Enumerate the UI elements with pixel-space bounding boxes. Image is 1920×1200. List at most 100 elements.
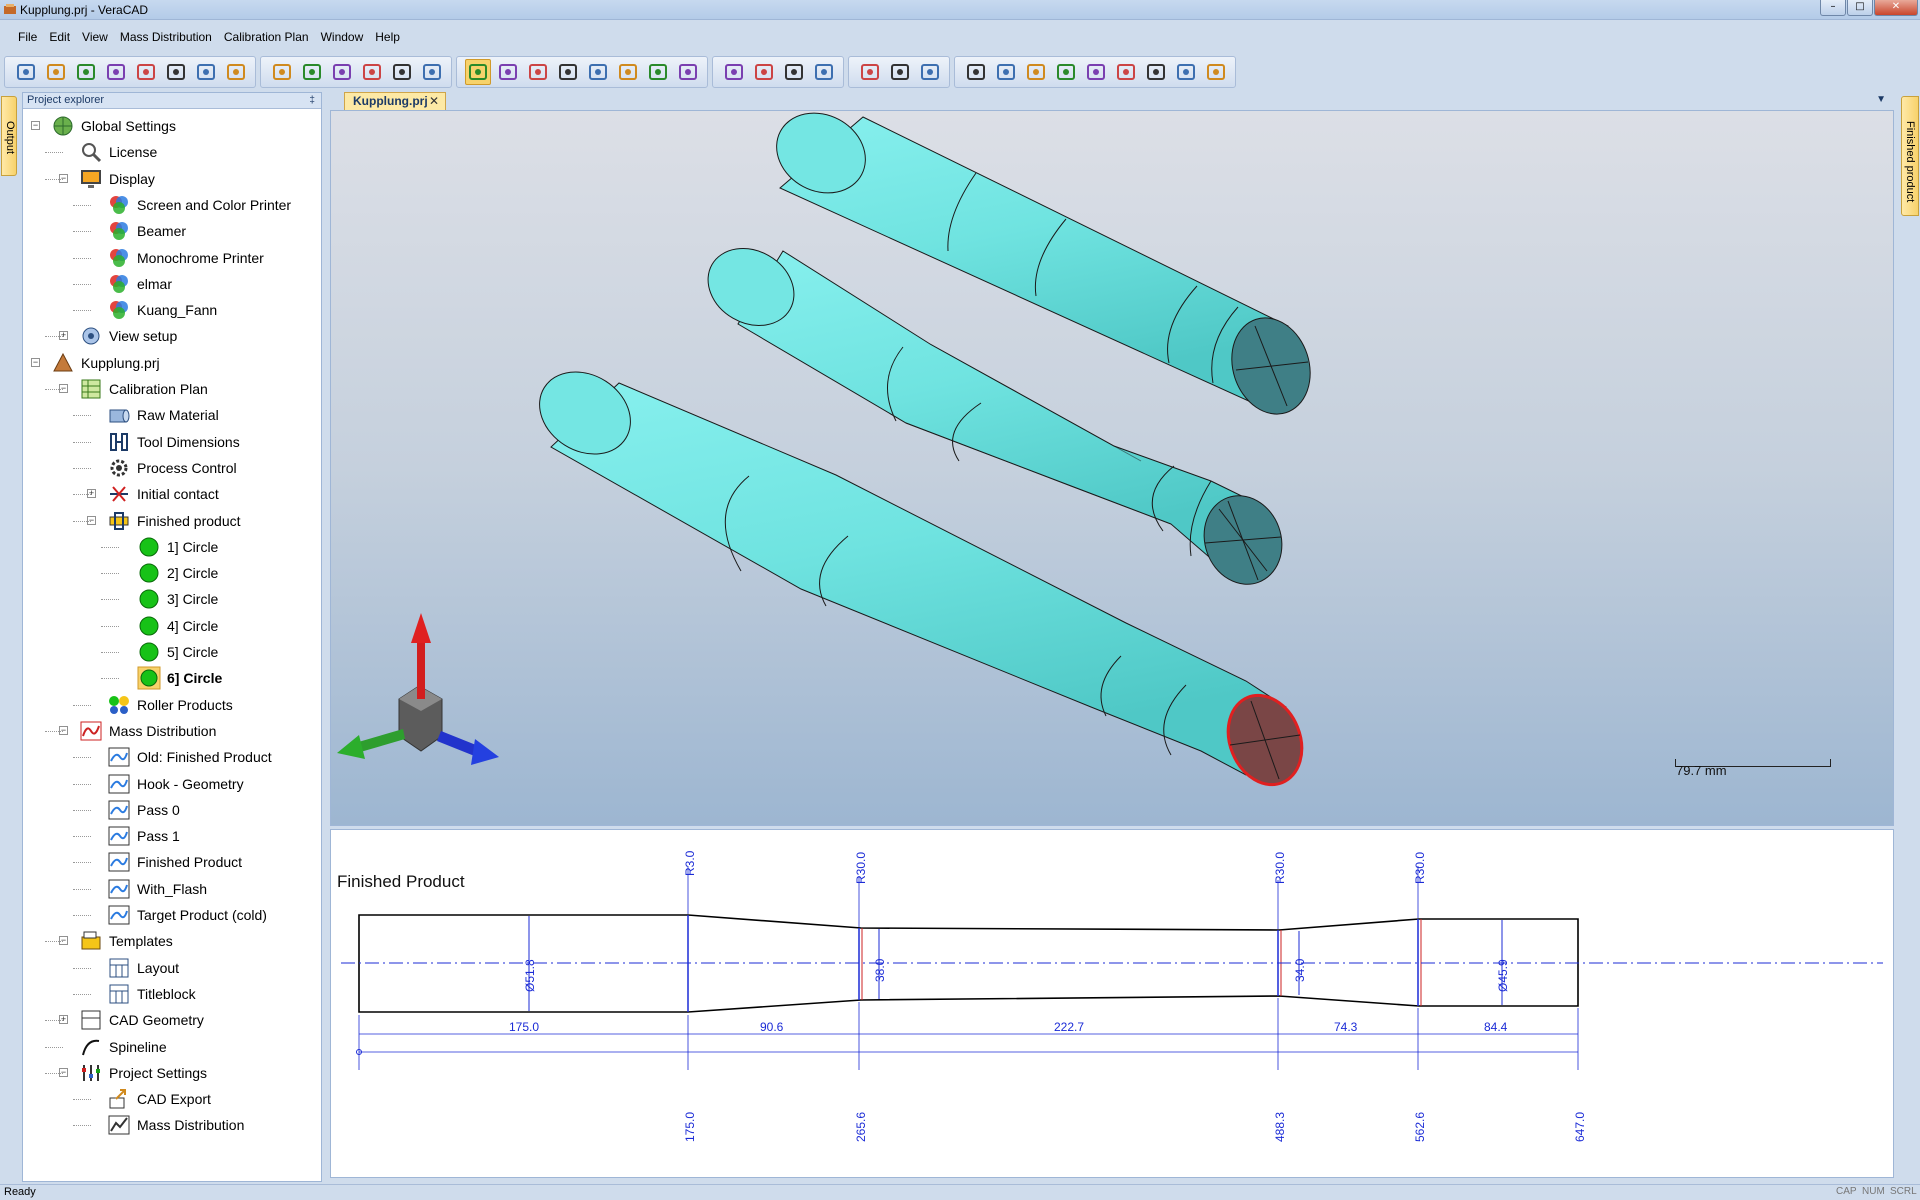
- menu-calibration-plan[interactable]: Calibration Plan: [218, 30, 315, 44]
- table-icon[interactable]: [389, 59, 415, 85]
- tree-node-kuang-fann-7[interactable]: Kuang_Fann: [107, 297, 219, 323]
- pin-icon[interactable]: ‡: [307, 93, 315, 108]
- tree-node-roller-products-22[interactable]: Roller Products: [107, 692, 235, 718]
- collapse-icon[interactable]: −: [31, 121, 40, 130]
- key-icon[interactable]: [1113, 59, 1139, 85]
- eye-icon[interactable]: [887, 59, 913, 85]
- finished-product-drawing[interactable]: Finished Product R3.0 R30.0 R30.0 R30.0 …: [330, 829, 1894, 1178]
- cad-icon[interactable]: [419, 59, 445, 85]
- tree-node-4-circle-19[interactable]: 4] Circle: [137, 613, 220, 639]
- tree-node-hook-geometry-25[interactable]: Hook - Geometry: [107, 771, 246, 797]
- tree-node-old-finished-product-24[interactable]: Old: Finished Product: [107, 744, 274, 770]
- tree-node-initial-contact-14[interactable]: + Initial contact: [87, 481, 221, 507]
- zoom-out-icon[interactable]: [555, 59, 581, 85]
- tree-node-elmar-6[interactable]: elmar: [107, 271, 174, 297]
- tree-node-1-circle-16[interactable]: 1] Circle: [137, 534, 220, 560]
- tool-icon[interactable]: [299, 59, 325, 85]
- graph-icon: [107, 824, 131, 848]
- minimize-button[interactable]: –: [1820, 0, 1846, 16]
- material-icon[interactable]: [329, 59, 355, 85]
- tree-node-tool-dimensions-12[interactable]: Tool Dimensions: [107, 429, 242, 455]
- tree-node-6-circle-21[interactable]: 6] Circle: [137, 665, 224, 691]
- fit-icon[interactable]: [645, 59, 671, 85]
- align-icon[interactable]: [1203, 59, 1229, 85]
- menu-window[interactable]: Window: [315, 30, 370, 44]
- tree-node-monochrome-printer-5[interactable]: Monochrome Printer: [107, 245, 266, 271]
- paste-icon[interactable]: [163, 59, 189, 85]
- wireframe-icon[interactable]: [751, 59, 777, 85]
- check-tool-icon[interactable]: [993, 59, 1019, 85]
- tree-node-license-1[interactable]: License: [79, 139, 159, 165]
- tree-node-cad-export-37[interactable]: CAD Export: [107, 1086, 213, 1112]
- tree-node-mass-distribution-23[interactable]: − Mass Distribution: [59, 718, 218, 744]
- import-icon[interactable]: [1173, 59, 1199, 85]
- save-icon[interactable]: [73, 59, 99, 85]
- print-icon[interactable]: [193, 59, 219, 85]
- measure-icon[interactable]: [917, 59, 943, 85]
- rotate-icon[interactable]: [465, 59, 491, 85]
- duplicate-icon[interactable]: [1053, 59, 1079, 85]
- tree-node-titleblock-33[interactable]: Titleblock: [107, 981, 198, 1007]
- tree-node-raw-material-11[interactable]: Raw Material: [107, 402, 221, 428]
- tree-node-pass-0-26[interactable]: Pass 0: [107, 797, 182, 823]
- tree-node-view-setup-8[interactable]: + View setup: [59, 323, 179, 349]
- tree-node-kupplung-prj-9[interactable]: − Kupplung.prj: [31, 350, 162, 376]
- tree-node-3-circle-18[interactable]: 3] Circle: [137, 586, 220, 612]
- tree-node-process-control-13[interactable]: Process Control: [107, 455, 239, 481]
- tree-node-mass-distribution-38[interactable]: Mass Distribution: [107, 1112, 246, 1138]
- chart-icon[interactable]: [359, 59, 385, 85]
- tree-node-project-settings-36[interactable]: − Project Settings: [59, 1060, 209, 1086]
- help-icon[interactable]: [223, 59, 249, 85]
- frame-icon[interactable]: [615, 59, 641, 85]
- delete-icon[interactable]: [1083, 59, 1109, 85]
- cut-tool-icon[interactable]: [963, 59, 989, 85]
- output-side-tab[interactable]: Output: [1, 96, 17, 176]
- tree-node-global-settings-0[interactable]: − Global Settings: [31, 113, 178, 139]
- menu-mass-distribution[interactable]: Mass Distribution: [114, 30, 218, 44]
- tree-node-finished-product-15[interactable]: − Finished product: [87, 508, 243, 534]
- tree-node-calibration-plan-10[interactable]: − Calibration Plan: [59, 376, 210, 402]
- tree-node-target-product-cold-30[interactable]: Target Product (cold): [107, 902, 269, 928]
- view-2d-icon[interactable]: [721, 59, 747, 85]
- menu-help[interactable]: Help: [369, 30, 406, 44]
- maximize-button[interactable]: □: [1847, 0, 1873, 16]
- tree-node-finished-product-28[interactable]: Finished Product: [107, 849, 244, 875]
- tree-node-beamer-4[interactable]: Beamer: [107, 218, 188, 244]
- cut-icon[interactable]: [103, 59, 129, 85]
- calibration-icon[interactable]: [269, 59, 295, 85]
- visible-icon[interactable]: [1023, 59, 1049, 85]
- tab-list-chevron-icon[interactable]: ▼: [1876, 94, 1886, 105]
- tree-node-display-2[interactable]: − Display: [59, 166, 157, 192]
- plan-icon: [79, 377, 103, 401]
- tree-node-with-flash-29[interactable]: With_Flash: [107, 876, 209, 902]
- select-icon[interactable]: [675, 59, 701, 85]
- export-icon[interactable]: [1143, 59, 1169, 85]
- thermometer-icon[interactable]: [857, 59, 883, 85]
- tree-node-screen-and-color-printer-3[interactable]: Screen and Color Printer: [107, 192, 293, 218]
- finished-product-side-tab[interactable]: Finished product: [1901, 96, 1919, 216]
- warning-icon[interactable]: [811, 59, 837, 85]
- collapse-icon[interactable]: −: [31, 357, 40, 367]
- spine-icon: [79, 1035, 103, 1059]
- 3d-viewport[interactable]: [330, 110, 1894, 826]
- close-button[interactable]: ✕: [1874, 0, 1918, 16]
- tree-node-cad-geometry-34[interactable]: + CAD Geometry: [59, 1007, 206, 1033]
- document-tab[interactable]: Kupplung.prj ✕: [344, 92, 446, 110]
- solid-icon[interactable]: [781, 59, 807, 85]
- pan-icon[interactable]: [585, 59, 611, 85]
- menu-edit[interactable]: Edit: [43, 30, 76, 44]
- menu-file[interactable]: File: [12, 30, 43, 44]
- tree-node-2-circle-17[interactable]: 2] Circle: [137, 560, 220, 586]
- axes-icon[interactable]: [495, 59, 521, 85]
- zoom-in-icon[interactable]: [525, 59, 551, 85]
- open-folder-icon[interactable]: [43, 59, 69, 85]
- close-tab-icon[interactable]: ✕: [429, 93, 439, 110]
- copy-icon[interactable]: [133, 59, 159, 85]
- tree-node-templates-31[interactable]: − Templates: [59, 928, 175, 954]
- tree-node-5-circle-20[interactable]: 5] Circle: [137, 639, 220, 665]
- menu-view[interactable]: View: [76, 30, 114, 44]
- tree-node-spineline-35[interactable]: Spineline: [79, 1034, 169, 1060]
- tree-node-layout-32[interactable]: Layout: [107, 955, 181, 981]
- tree-node-pass-1-27[interactable]: Pass 1: [107, 823, 182, 849]
- new-file-icon[interactable]: [13, 59, 39, 85]
